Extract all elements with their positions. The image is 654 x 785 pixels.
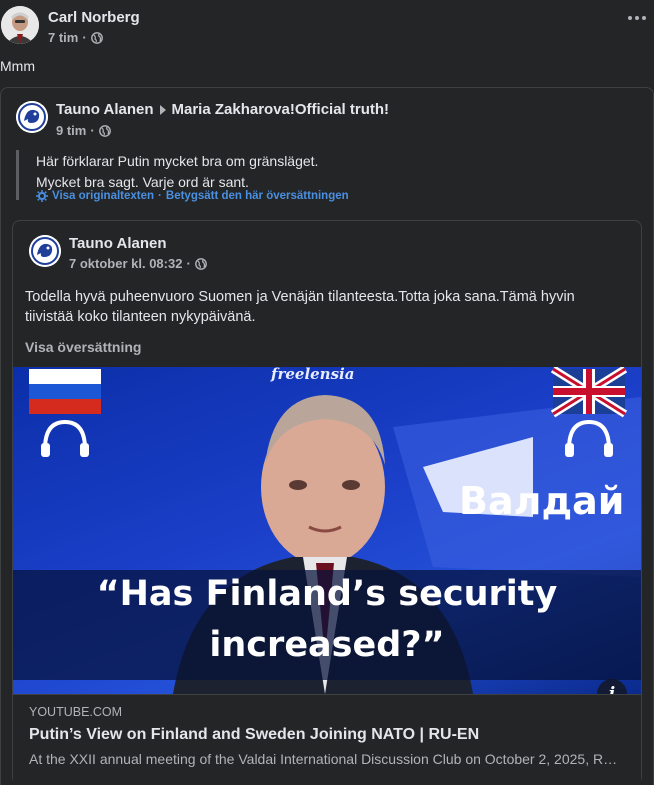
headphones-icon [41,419,89,457]
video-top-logo: freelensia [271,367,355,383]
video-thumbnail[interactable]: freelensia Валдай “Has Finland’s securit… [13,367,641,694]
link-title[interactable]: Putin’s View on Finland and Sweden Joini… [29,726,479,744]
author-avatar[interactable] [1,6,39,44]
meta-separator: · [82,30,87,45]
post-meta: 7 tim · [48,30,103,45]
globe-icon [90,31,103,44]
translation-links: Visa originaltexten · Betygsätt den här … [36,190,349,202]
info-glyph: i [608,684,616,694]
caret-right-icon [159,104,166,115]
rate-translation-link[interactable]: Betygsätt den här översättningen [166,190,349,202]
meta-separator: · [186,256,191,271]
see-translation-link[interactable]: Visa översättning [25,339,141,355]
video-headline-line-2: increased?” [209,625,445,665]
inner-time[interactable]: 7 oktober kl. 08:32 [69,256,182,271]
meta-separator: · [90,123,95,138]
inner-post-text: Todella hyvä puheenvuoro Suomen ja Venäj… [25,289,575,325]
author-name[interactable]: Carl Norberg [48,9,140,26]
inner-author-name[interactable]: Tauno Alanen [69,235,167,252]
shared-author-name[interactable]: Tauno Alanen [56,101,154,118]
shared-meta: 9 tim · [56,123,111,138]
link-description: At the XXII annual meeting of the Valdai… [29,751,619,767]
more-options-icon[interactable] [628,16,646,20]
shared-text-line-1: Här förklarar Putin mycket bra om gränsl… [36,153,319,169]
post-text: Mmm [0,58,35,74]
video-side-text: Валдай [459,479,625,523]
shared-header: Tauno Alanen Maria Zakharova!Official tr… [56,101,389,118]
shared-target-name[interactable]: Maria Zakharova!Official truth! [172,101,390,118]
shared-text-line-2: Mycket bra sagt. Varje ord är sant. [36,174,249,190]
shared-author-avatar[interactable] [16,101,48,133]
link-source: YOUTUBE.COM [29,705,123,719]
gear-icon [36,190,48,202]
inner-meta: 7 oktober kl. 08:32 · [69,256,207,271]
link-dot: · [158,190,162,202]
globe-icon [98,124,111,137]
shared-time[interactable]: 9 tim [56,123,86,138]
link-preview[interactable]: YOUTUBE.COM Putin’s View on Finland and … [13,694,641,785]
video-headline-line-1: “Has Finland’s security [96,574,558,614]
globe-icon [194,257,207,270]
see-original-link[interactable]: Visa originaltexten [52,190,154,202]
post-time[interactable]: 7 tim [48,30,78,45]
inner-author-avatar[interactable] [29,235,61,267]
